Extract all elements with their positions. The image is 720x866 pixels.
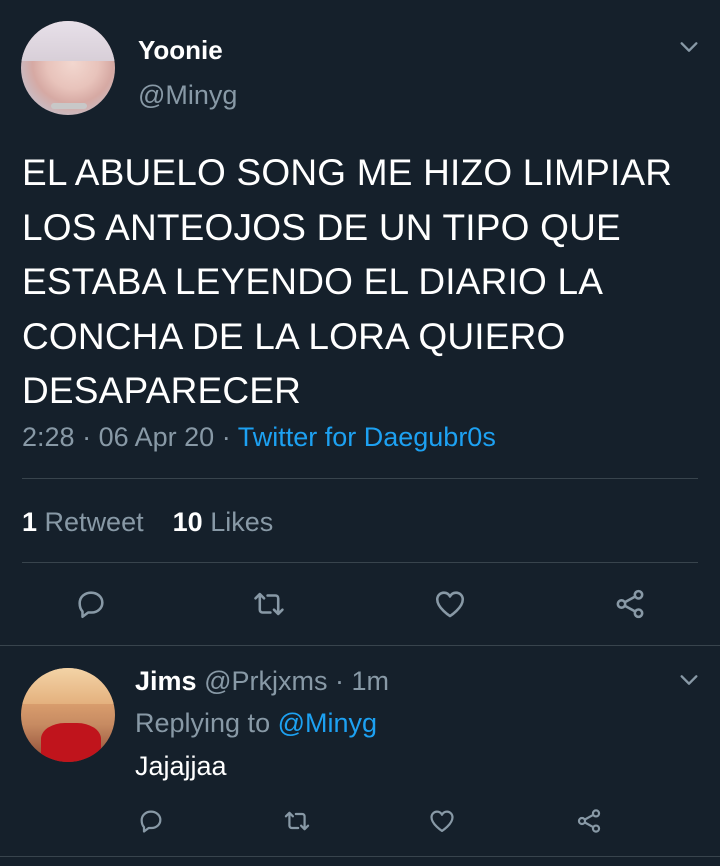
share-icon[interactable] (613, 587, 647, 621)
divider (22, 562, 698, 563)
chevron-down-icon[interactable] (678, 669, 700, 691)
retweet-count: 1 (22, 507, 38, 537)
reply-icon[interactable] (74, 587, 108, 621)
tweet-time: 2:28 (22, 422, 75, 452)
retweet-icon[interactable] (252, 587, 286, 621)
meta-separator: · (82, 422, 92, 452)
tweet-meta: 2:28 · 06 Apr 20 · Twitter for Daegubr0s (22, 422, 496, 453)
reply-author-handle[interactable]: @Prkjxms (204, 666, 327, 696)
reply-author-avatar[interactable] (21, 668, 115, 762)
reply-text: Jajajjaa (135, 751, 227, 781)
author-avatar[interactable] (21, 21, 115, 115)
meta-separator: · (221, 422, 231, 452)
meta-separator: · (334, 666, 344, 696)
reply-header: Jims @Prkjxms · 1m (135, 666, 389, 697)
chevron-down-icon[interactable] (678, 36, 700, 58)
replying-to-label: Replying to (135, 708, 271, 738)
likes-stat[interactable]: 10 Likes (173, 507, 274, 537)
author-display-name[interactable]: Yoonie (138, 35, 223, 66)
reply-author-name[interactable]: Jims (135, 666, 197, 696)
tweet-separator (0, 645, 720, 646)
retweet-icon[interactable] (283, 807, 311, 835)
tweet-source-link[interactable]: Twitter for Daegubr0s (238, 422, 496, 452)
tweet-text: EL ABUELO SONG ME HIZO LIMPIAR LOS ANTEO… (22, 152, 673, 411)
avatar-hair (21, 668, 115, 704)
like-count: 10 (172, 507, 203, 537)
author-handle[interactable]: @Minyg (138, 80, 237, 111)
replying-to: Replying to @Minyg (135, 708, 377, 739)
tweet-stats: 1 Retweet 10 Likes (22, 507, 273, 538)
share-icon[interactable] (575, 807, 603, 835)
tweet-date: 06 Apr 20 (98, 422, 215, 452)
like-label: Likes (210, 507, 274, 537)
avatar-hair (21, 21, 115, 61)
avatar-necklace (51, 103, 87, 109)
heart-icon[interactable] (428, 807, 456, 835)
reply-age: 1m (351, 666, 390, 696)
tweet-separator (0, 856, 720, 857)
divider (22, 478, 698, 479)
avatar-scarf (41, 723, 101, 762)
reply-icon[interactable] (137, 807, 165, 835)
heart-icon[interactable] (433, 587, 467, 621)
retweets-stat[interactable]: 1 Retweet (22, 507, 151, 537)
replying-to-handle[interactable]: @Minyg (278, 708, 377, 738)
retweet-label: Retweet (44, 507, 144, 537)
